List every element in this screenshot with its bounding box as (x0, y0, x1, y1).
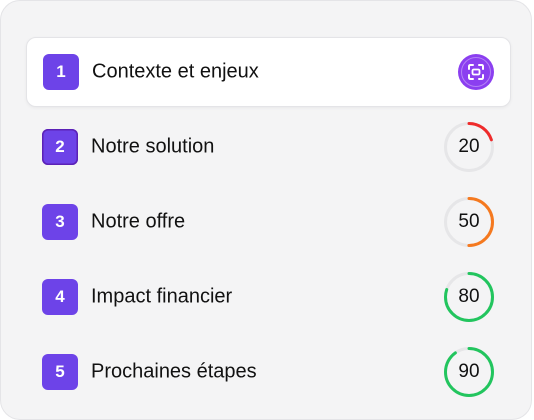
step-label: Impact financier (91, 285, 233, 308)
step-row-etapes[interactable]: 5 Prochaines étapes 90 (26, 337, 511, 407)
step-label: Prochaines étapes (91, 360, 257, 383)
score-value: 80 (458, 286, 480, 307)
score-value: 50 (458, 211, 480, 232)
focus-icon[interactable] (458, 54, 494, 90)
score-value: 20 (458, 136, 480, 157)
step-label: Notre offre (91, 210, 186, 233)
step-row-solution[interactable]: 2 Notre solution 20 (26, 112, 511, 182)
steps-panel: 1 Contexte et enjeux 2 Notre solution 20… (0, 0, 532, 420)
score-gauge: 50 (443, 196, 495, 248)
score-value: 90 (458, 361, 480, 382)
step-label: Contexte et enjeux (92, 60, 259, 83)
step-number-badge: 2 (42, 129, 78, 165)
step-number-badge: 1 (43, 54, 79, 90)
step-number-badge: 4 (42, 279, 78, 315)
score-gauge: 80 (443, 271, 495, 323)
step-label: Notre solution (91, 135, 215, 158)
step-number-badge: 5 (42, 354, 78, 390)
step-number-badge: 3 (42, 204, 78, 240)
step-row-contexte[interactable]: 1 Contexte et enjeux (26, 37, 511, 107)
step-row-impact[interactable]: 4 Impact financier 80 (26, 262, 511, 332)
steps-list: 1 Contexte et enjeux 2 Notre solution 20… (26, 37, 511, 412)
step-row-offre[interactable]: 3 Notre offre 50 (26, 187, 511, 257)
score-gauge: 20 (443, 121, 495, 173)
score-gauge: 90 (443, 346, 495, 398)
